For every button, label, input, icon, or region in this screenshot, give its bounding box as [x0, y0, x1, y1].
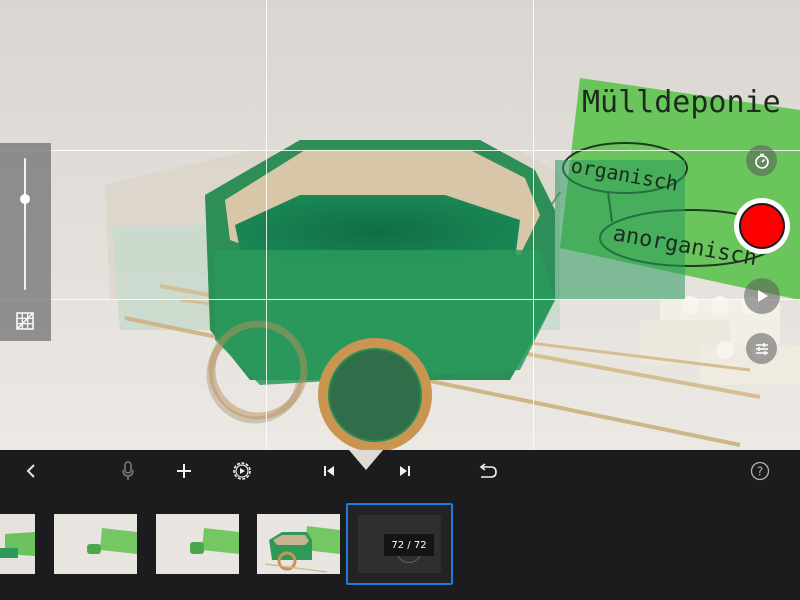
record-icon	[739, 203, 785, 249]
play-icon	[758, 290, 768, 302]
current-frame-slot[interactable]: 72 / 72	[346, 503, 453, 585]
go-to-last-frame-button[interactable]	[392, 450, 418, 492]
frame-counter: 72 / 72	[384, 534, 434, 556]
chevron-left-icon	[26, 464, 35, 478]
camera-settings-button[interactable]	[746, 333, 777, 364]
go-to-first-frame-button[interactable]	[316, 450, 342, 492]
plus-icon	[177, 464, 191, 478]
grid-line	[533, 0, 534, 450]
skip-to-start-icon	[324, 466, 334, 476]
camera-viewport[interactable]: Mülldeponie organisch anorganisch	[0, 0, 800, 450]
skip-to-end-icon	[400, 466, 410, 476]
stop-motion-app: Mülldeponie organisch anorganisch ? 72 /…	[0, 0, 800, 600]
frame-thumbnail[interactable]	[257, 514, 340, 574]
capture-button[interactable]	[734, 198, 790, 254]
zoom-panel	[0, 143, 51, 341]
undo-button[interactable]	[473, 450, 501, 492]
playhead-notch	[349, 450, 383, 470]
frame-thumbnail[interactable]	[54, 514, 137, 574]
grid-line	[0, 150, 800, 151]
zoom-slider-handle[interactable]	[20, 194, 30, 204]
back-button[interactable]	[18, 450, 44, 492]
play-gear-icon	[233, 462, 251, 480]
undo-icon	[479, 463, 497, 478]
bottom-toolbar: ?	[0, 450, 800, 492]
frame-filmstrip[interactable]: 72 / 72	[0, 492, 800, 600]
svg-text:?: ?	[757, 465, 763, 479]
frame-thumbnail[interactable]	[0, 514, 35, 574]
play-button[interactable]	[744, 278, 780, 314]
timer-button[interactable]	[746, 145, 777, 176]
help-button[interactable]: ?	[747, 450, 773, 492]
microphone-icon	[122, 461, 134, 480]
camera-preview: Mülldeponie organisch anorganisch	[0, 0, 800, 450]
help-icon: ?	[750, 461, 770, 481]
current-frame-preview: 72 / 72	[358, 515, 441, 573]
grid-line	[266, 0, 267, 450]
grid-line	[0, 299, 800, 300]
zoom-slider-track[interactable]	[24, 158, 26, 290]
grid-toggle-icon[interactable]	[15, 311, 35, 331]
timer-icon	[754, 153, 769, 169]
add-button[interactable]	[171, 450, 197, 492]
sliders-icon	[755, 342, 768, 355]
sign-title-text: Mülldeponie	[582, 85, 781, 120]
frame-thumbnail[interactable]	[156, 514, 239, 574]
record-audio-button[interactable]	[115, 450, 141, 492]
playback-settings-button[interactable]	[228, 450, 256, 492]
